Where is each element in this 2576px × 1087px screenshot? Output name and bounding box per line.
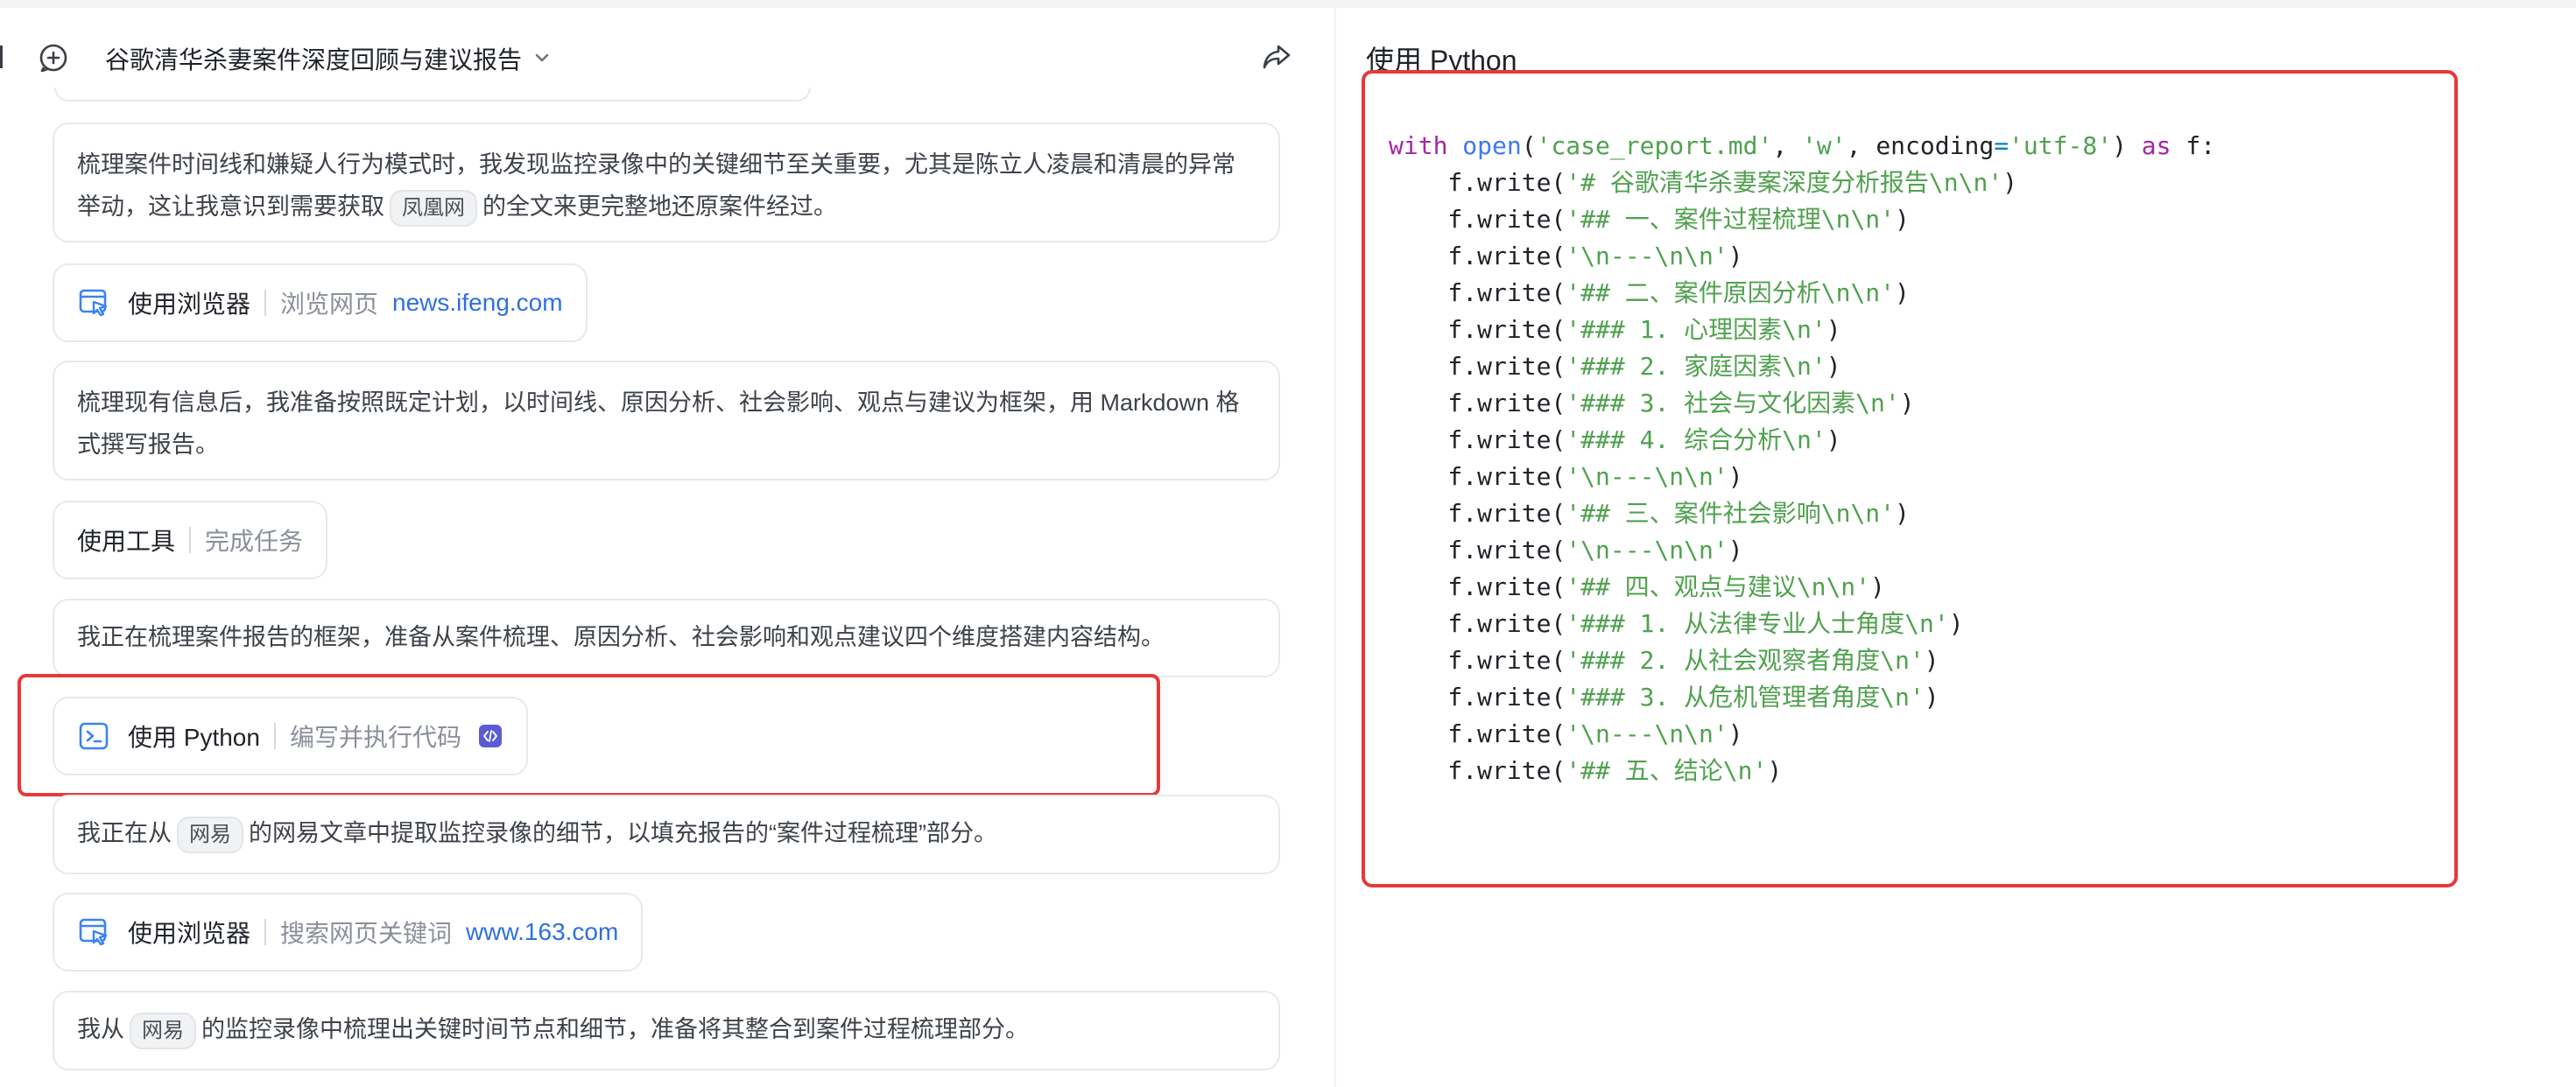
code-line: f.write('# 谷歌清华杀妻案深度分析报告\n\n')	[1389, 168, 2018, 197]
assistant-message: 我正在从 网易 的网易文章中提取监控录像的细节，以填充报告的“案件过程梳理”部分。	[53, 795, 1280, 874]
chevron-down-icon[interactable]	[532, 48, 552, 67]
conversation-title[interactable]: 谷歌清华杀妻案件深度回顾与建议报告	[105, 41, 522, 76]
code-line: f.write('### 3. 社会与文化因素\n')	[1389, 389, 1915, 417]
top-strip	[0, 0, 2576, 8]
sidebar-edge	[0, 46, 3, 68]
source-chip[interactable]: 凤凰网	[390, 189, 477, 227]
source-chip[interactable]: 网易	[130, 1012, 196, 1049]
tool-name: 使用浏览器	[128, 291, 251, 318]
tool-name: 使用浏览器	[128, 920, 251, 947]
message-text: 的网易文章中提取监控录像的细节，以填充报告的“案件过程梳理”部分。	[249, 820, 997, 846]
code-line: f.write('## 四、观点与建议\n\n')	[1389, 572, 1885, 601]
tool-call-browser[interactable]: 使用浏览器 搜索网页关键词 www.163.com	[53, 893, 644, 971]
message-text: 我正在梳理案件报告的框架，准备从案件梳理、原因分析、社会影响和观点建议四个维度搭…	[77, 624, 1165, 650]
browser-icon	[79, 918, 108, 946]
previous-card-edge	[54, 88, 811, 102]
chat-header: 谷歌清华杀妻案件深度回顾与建议报告	[0, 8, 1334, 94]
code-line: f.write('### 2. 家庭因素\n')	[1389, 352, 1841, 381]
source-chip[interactable]: 网易	[177, 816, 243, 853]
code-line: f.write('\n---\n\n')	[1389, 462, 1743, 491]
message-text: 我正在从	[77, 820, 172, 846]
tool-call-browser[interactable]: 使用浏览器 浏览网页 news.ifeng.com	[53, 263, 588, 342]
code-line: f.write('## 一、案件过程梳理\n\n')	[1389, 205, 1910, 234]
message-text: 的全文来更完整地还原案件经过。	[482, 193, 837, 220]
code-line: f.write('\n---\n\n')	[1389, 242, 1743, 270]
assistant-message: 梳理现有信息后，我准备按照既定计划，以时间线、原因分析、社会影响、观点与建议为框…	[53, 361, 1280, 480]
highlight-box	[18, 674, 1160, 796]
panel-divider	[1334, 8, 1336, 1087]
assistant-message: 我正在梳理案件报告的框架，准备从案件梳理、原因分析、社会影响和观点建议四个维度搭…	[53, 599, 1280, 677]
tool-link[interactable]: www.163.com	[466, 918, 618, 946]
new-chat-icon[interactable]	[39, 43, 68, 73]
assistant-message: 梳理案件时间线和嫌疑人行为模式时，我发现监控录像中的关键细节至关重要，尤其是陈立…	[53, 123, 1280, 242]
code-line: f.write('### 1. 心理因素\n')	[1389, 315, 1841, 344]
code-line: f.write('\n---\n\n')	[1389, 719, 1743, 748]
code-line: f.write('\n---\n\n')	[1389, 536, 1743, 565]
code-line: f.write('## 三、案件社会影响\n\n')	[1389, 499, 1910, 528]
tool-name: 使用工具	[77, 528, 176, 555]
separator	[264, 290, 267, 316]
assistant-message: 我从 网易 的监控录像中梳理出关键时间节点和细节，准备将其整合到案件过程梳理部分。	[53, 991, 1280, 1070]
message-text: 梳理现有信息后，我准备按照既定计划，以时间线、原因分析、社会影响、观点与建议为框…	[77, 389, 1240, 458]
tool-call-complete[interactable]: 使用工具 完成任务	[53, 501, 328, 579]
code-line: f.write('### 3. 从危机管理者角度\n')	[1389, 683, 1939, 712]
code-line: with open('case_report.md', 'w', encodin…	[1389, 131, 2216, 160]
separator	[264, 919, 267, 945]
separator	[189, 527, 192, 553]
code-line: f.write('### 2. 从社会观察者角度\n')	[1389, 646, 1939, 675]
code-block: with open('case_report.md', 'w', encodin…	[1389, 128, 2215, 789]
tool-action: 浏览网页	[280, 291, 379, 318]
code-line: f.write('### 4. 综合分析\n')	[1389, 425, 1841, 454]
code-line: f.write('### 1. 从法律专业人士角度\n')	[1389, 609, 1964, 638]
tool-link[interactable]: news.ifeng.com	[392, 289, 563, 317]
browser-icon	[79, 289, 108, 317]
tool-action: 完成任务	[205, 528, 304, 555]
message-text: 我从	[77, 1016, 124, 1042]
tool-action: 搜索网页关键词	[280, 920, 453, 947]
share-icon[interactable]	[1261, 41, 1292, 73]
code-line: f.write('## 二、案件原因分析\n\n')	[1389, 278, 1910, 307]
code-line: f.write('## 五、结论\n')	[1389, 756, 1783, 785]
message-text: 的监控录像中梳理出关键时间节点和细节，准备将其整合到案件过程梳理部分。	[201, 1016, 1029, 1042]
